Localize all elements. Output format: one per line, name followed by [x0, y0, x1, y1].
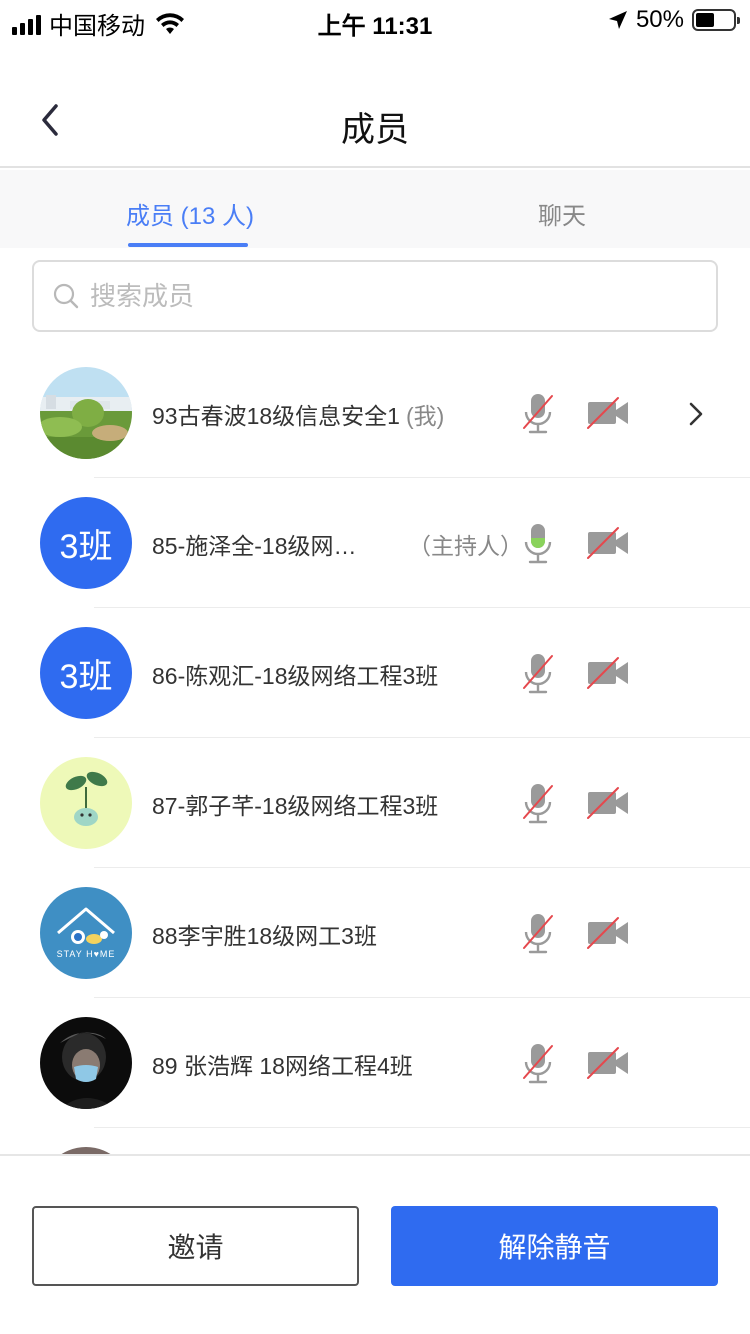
- stay-home-avatar: STAY H♥ME: [40, 887, 132, 979]
- member-name: 87-郭子芊-18级网络工程3班: [152, 793, 439, 819]
- text-avatar: 3班: [40, 627, 132, 719]
- battery-icon: [692, 9, 740, 31]
- search-input[interactable]: [90, 280, 690, 312]
- chevron-right-icon[interactable]: [686, 400, 706, 428]
- unmute-all-button[interactable]: 解除静音: [391, 1206, 718, 1286]
- page-title: 成员: [341, 111, 409, 149]
- tab-chat[interactable]: 聊天: [538, 196, 586, 231]
- self-tag: (我): [405, 403, 445, 429]
- invite-button[interactable]: 邀请: [32, 1206, 359, 1286]
- member-name: 88李宇胜18级网工3班: [152, 923, 377, 949]
- member-name: 86-陈观汇-18级网络工程3班: [152, 663, 439, 689]
- search-box[interactable]: [32, 260, 718, 332]
- member-name: 89 张浩辉 18网络工程4班: [152, 1053, 413, 1079]
- host-tag: （主持人）: [408, 533, 523, 559]
- member-row[interactable]: 93古春波18级信息安全1 (我): [0, 348, 750, 478]
- status-bar: 中国移动 上午 11:31 50%: [0, 0, 750, 40]
- member-list: 93古春波18级信息安全1(我) 3班 85-施泽全-18级网… （主持人）: [0, 348, 750, 1154]
- mic-muted-icon[interactable]: [522, 912, 554, 956]
- plant-cartoon-avatar: [40, 757, 132, 849]
- mic-muted-icon[interactable]: [522, 782, 554, 826]
- member-row[interactable]: 3班 85-施泽全-18级网… （主持人）: [0, 478, 750, 608]
- camera-off-icon[interactable]: [586, 1046, 630, 1080]
- masked-person-avatar: [40, 1017, 132, 1109]
- camera-off-icon[interactable]: [586, 526, 630, 560]
- partial-avatar: [40, 1147, 132, 1154]
- location-arrow-icon: [608, 11, 627, 29]
- bottom-action-bar: 邀请 解除静音: [0, 1154, 750, 1334]
- member-name: 85-施泽全-18级网…: [152, 533, 357, 559]
- mic-muted-icon[interactable]: [522, 1042, 554, 1086]
- member-row[interactable]: STAY H♥ME 88李宇胜18级网工3班: [0, 868, 750, 998]
- mic-muted-icon[interactable]: [522, 652, 554, 696]
- search-icon: [53, 283, 79, 309]
- member-row[interactable]: 87-郭子芊-18级网络工程3班: [0, 738, 750, 868]
- camera-off-icon[interactable]: [586, 656, 630, 690]
- member-row[interactable]: [0, 1128, 750, 1154]
- tab-members[interactable]: 成员 (13 人): [126, 196, 254, 231]
- active-tab-indicator: [128, 243, 248, 247]
- avatar-caption: STAY H♥ME: [56, 949, 116, 959]
- mic-active-icon[interactable]: [522, 522, 554, 566]
- member-row[interactable]: 89 张浩辉 18网络工程4班: [0, 998, 750, 1128]
- text-avatar: 3班: [40, 497, 132, 589]
- battery-percent: 50%: [635, 6, 684, 33]
- camera-off-icon[interactable]: [586, 396, 630, 430]
- mic-muted-icon[interactable]: [522, 392, 554, 436]
- member-name: 93古春波18级信息安全1 (我): [152, 403, 445, 429]
- campus-photo-avatar: [40, 367, 132, 459]
- camera-off-icon[interactable]: [586, 786, 630, 820]
- camera-off-icon[interactable]: [586, 916, 630, 950]
- member-row[interactable]: 3班 86-陈观汇-18级网络工程3班: [0, 608, 750, 738]
- tab-bar: 成员 (13 人) 聊天: [0, 170, 750, 248]
- navigation-bar: 成员: [0, 70, 750, 168]
